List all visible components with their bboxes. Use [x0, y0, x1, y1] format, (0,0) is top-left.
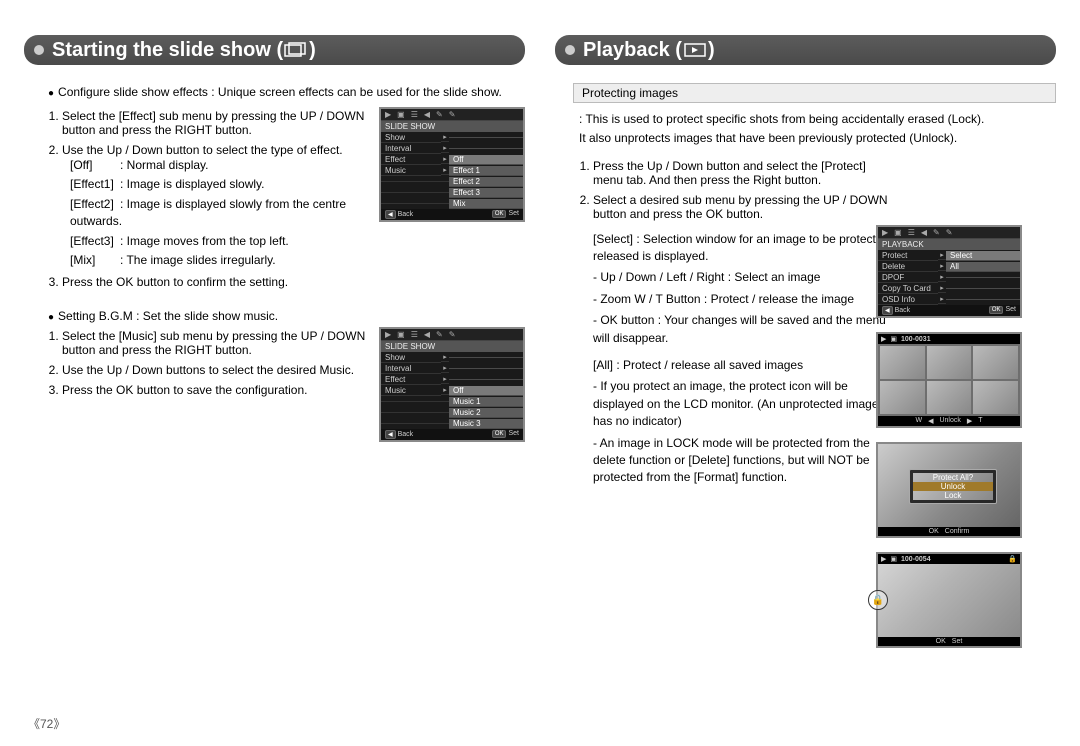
right-lcd-column: ▶▣☰◀✎✎ PLAYBACK Protect▸Select Delete▸Al…: [876, 225, 1026, 662]
heading-text-prefix: Starting the slide show (: [52, 39, 283, 62]
bgm-heading: Setting B.G.M : Set the slide show music…: [48, 309, 525, 323]
select-block: [Select] : Selection window for an image…: [593, 231, 896, 347]
manual-page: Starting the slide show ( ) Configure sl…: [0, 0, 1080, 746]
bgm-step-2: Use the Up / Down buttons to select the …: [62, 363, 369, 377]
lcd-effect-menu: ▶▣☰◀✎✎ SLIDE SHOW Show▸ Interval▸ Effect…: [379, 107, 525, 222]
all-block: [All] : Protect / release all saved imag…: [593, 357, 896, 487]
effect-options: [Off]: Normal display. [Effect1]: Image …: [70, 157, 369, 269]
heading-text-suffix: ): [708, 39, 715, 62]
lcd-protect-all: Protect All? Unlock Lock OKConfirm: [876, 442, 1022, 538]
bgm-steps: Select the [Music] sub menu by pressing …: [46, 329, 369, 397]
effect-step-3: Press the OK button to confirm the setti…: [62, 275, 369, 289]
section-chip: Protecting images: [573, 83, 1056, 103]
banner-dot-icon: [565, 45, 575, 55]
effect-steps: Select the [Effect] sub menu by pressing…: [46, 109, 369, 289]
slideshow-icon: [283, 41, 309, 59]
lcd-tabs-icon: ▶▣☰◀✎✎: [381, 109, 523, 121]
right-column: Playback ( ) Protecting images : This is…: [555, 35, 1056, 746]
lcd-locked-image: ▶▣100-0054🔒 OKSet 🔒: [876, 552, 1022, 648]
lcd-tabs-icon: ▶▣☰◀✎✎: [381, 329, 523, 341]
heading-playback: Playback ( ): [555, 35, 1056, 65]
lock-icon: 🔒: [1008, 555, 1017, 563]
lcd-title: SLIDE SHOW: [381, 121, 523, 132]
protect-desc-2: It also unprotects images that have been…: [579, 130, 1056, 147]
left-column: Starting the slide show ( ) Configure sl…: [24, 35, 525, 746]
heading-slide-show: Starting the slide show ( ): [24, 35, 525, 65]
bgm-step-3: Press the OK button to save the configur…: [62, 383, 369, 397]
lcd-playback-menu: ▶▣☰◀✎✎ PLAYBACK Protect▸Select Delete▸Al…: [876, 225, 1022, 318]
lcd-music-menu: ▶▣☰◀✎✎ SLIDE SHOW Show▸ Interval▸ Effect…: [379, 327, 525, 442]
protect-steps: Press the Up / Down button and select th…: [577, 159, 896, 221]
heading-text-suffix: ): [309, 39, 316, 62]
select-title: [Select] : Selection window for an image…: [593, 231, 896, 266]
protect-all-dialog: Protect All? Unlock Lock: [909, 469, 997, 504]
banner-dot-icon: [34, 45, 44, 55]
protect-desc-1: : This is used to protect specific shots…: [579, 111, 1056, 128]
effect-step-1: Select the [Effect] sub menu by pressing…: [62, 109, 369, 137]
lock-indicator-icon: 🔒: [868, 590, 888, 610]
protect-step-2: Select a desired sub menu by pressing th…: [593, 193, 896, 221]
all-title: [All] : Protect / release all saved imag…: [593, 357, 896, 374]
protect-step-1: Press the Up / Down button and select th…: [593, 159, 896, 187]
page-number: 《72》: [28, 715, 65, 732]
lcd-tabs-icon: ▶▣☰◀✎✎: [878, 227, 1020, 239]
bgm-step-1: Select the [Music] sub menu by pressing …: [62, 329, 369, 357]
lcd-select-image: ▶▣100-0031 W◀ Unlock ▶T: [876, 332, 1022, 428]
effect-step-2: Use the Up / Down button to select the t…: [62, 143, 369, 269]
heading-text-prefix: Playback (: [583, 39, 682, 62]
playback-icon: [682, 41, 708, 59]
lcd-title: SLIDE SHOW: [381, 341, 523, 352]
effect-intro: Configure slide show effects : Unique sc…: [48, 85, 525, 99]
